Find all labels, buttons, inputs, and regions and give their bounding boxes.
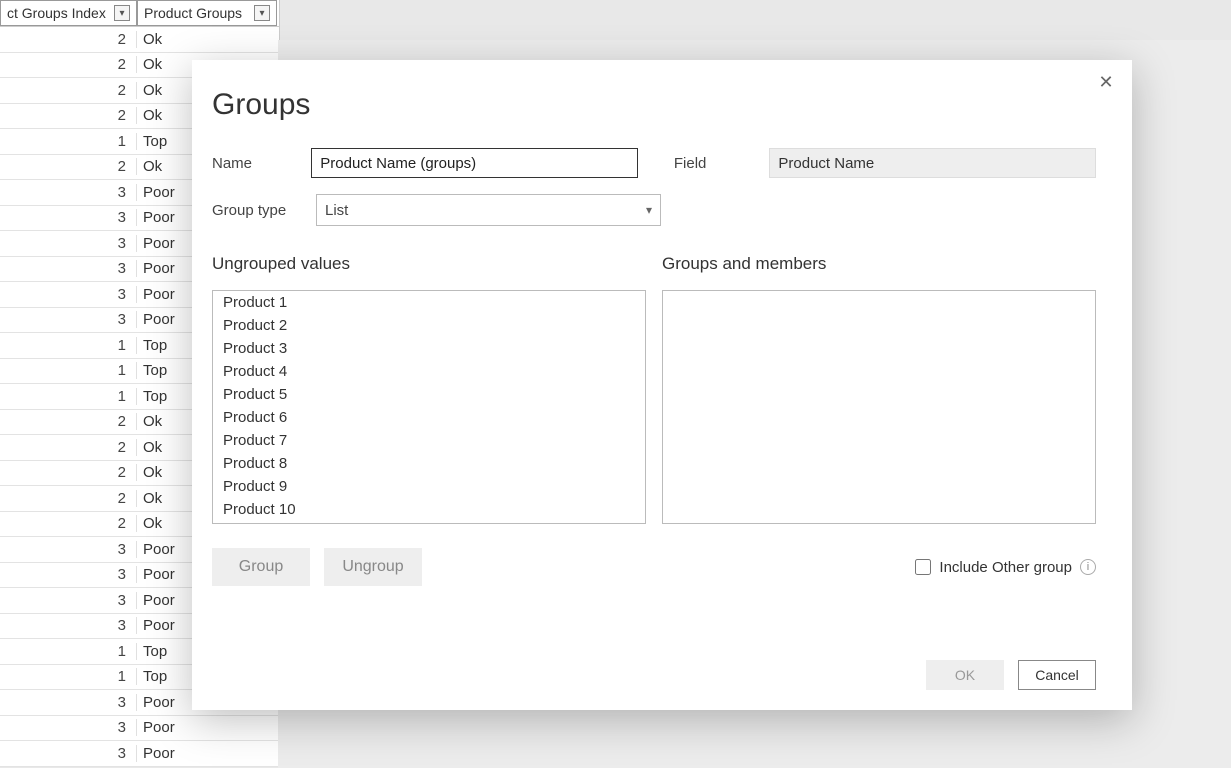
cell-index: 1: [0, 362, 137, 379]
grouptype-select[interactable]: List ▾: [316, 194, 661, 226]
grouptype-label: Group type: [212, 202, 296, 219]
column-header-label: Product Groups: [144, 5, 242, 21]
cell-index: 3: [0, 286, 137, 303]
cell-index: 2: [0, 107, 137, 124]
cell-index: 2: [0, 490, 137, 507]
list-item[interactable]: Product 1: [213, 291, 645, 314]
include-other-label: Include Other group: [939, 559, 1072, 576]
ungrouped-listbox[interactable]: Product 1Product 2Product 3Product 4Prod…: [212, 290, 646, 524]
field-value-display: Product Name: [769, 148, 1096, 178]
column-header-groups[interactable]: Product Groups ▾: [137, 0, 277, 26]
cell-index: 3: [0, 209, 137, 226]
list-item[interactable]: Product 2: [213, 314, 645, 337]
cell-index: 1: [0, 133, 137, 150]
cell-group: Poor: [137, 745, 277, 762]
cancel-button[interactable]: Cancel: [1018, 660, 1096, 690]
cell-index: 1: [0, 388, 137, 405]
cell-index: 3: [0, 694, 137, 711]
ungrouped-title: Ungrouped values: [212, 254, 646, 274]
include-other-checkbox[interactable]: [915, 559, 931, 575]
cell-index: 2: [0, 56, 137, 73]
cell-index: 1: [0, 337, 137, 354]
cell-index: 1: [0, 643, 137, 660]
groups-title: Groups and members: [662, 254, 1096, 274]
close-icon[interactable]: ✕: [1094, 70, 1118, 94]
list-item[interactable]: Product 8: [213, 452, 645, 475]
name-input[interactable]: [311, 148, 638, 178]
column-header-index[interactable]: ct Groups Index ▾: [0, 0, 137, 26]
cell-index: 3: [0, 184, 137, 201]
field-label: Field: [674, 155, 750, 172]
cell-index: 2: [0, 82, 137, 99]
cell-index: 3: [0, 260, 137, 277]
dialog-title: Groups: [212, 88, 1096, 122]
cell-index: 2: [0, 515, 137, 532]
list-item[interactable]: Product 5: [213, 383, 645, 406]
ungroup-button[interactable]: Ungroup: [324, 548, 422, 586]
list-item[interactable]: Product 9: [213, 475, 645, 498]
cell-index: 3: [0, 617, 137, 634]
list-item[interactable]: Product 6: [213, 406, 645, 429]
grouptype-selected: List: [325, 202, 348, 219]
table-header-row: ct Groups Index ▾ Product Groups ▾: [0, 0, 279, 27]
cell-index: 3: [0, 311, 137, 328]
list-item[interactable]: Product 7: [213, 429, 645, 452]
field-value-text: Product Name: [778, 155, 874, 172]
ok-button[interactable]: OK: [926, 660, 1004, 690]
cell-index: 3: [0, 541, 137, 558]
name-label: Name: [212, 155, 291, 172]
chevron-down-icon: ▾: [646, 203, 652, 217]
cell-index: 2: [0, 464, 137, 481]
cell-index: 3: [0, 592, 137, 609]
table-row[interactable]: 3Poor: [0, 716, 279, 742]
list-item[interactable]: Product 10: [213, 498, 645, 521]
cell-index: 3: [0, 235, 137, 252]
groups-dialog: ✕ Groups Name Field Product Name Group t…: [192, 60, 1132, 710]
cell-index: 3: [0, 719, 137, 736]
dropdown-icon[interactable]: ▾: [254, 5, 270, 21]
table-row[interactable]: 3Poor: [0, 741, 279, 767]
group-button[interactable]: Group: [212, 548, 310, 586]
cell-index: 2: [0, 413, 137, 430]
info-icon[interactable]: i: [1080, 559, 1096, 575]
groups-listbox[interactable]: [662, 290, 1096, 524]
cell-group: Ok: [137, 31, 277, 48]
list-item[interactable]: Product 4: [213, 360, 645, 383]
cell-group: Poor: [137, 719, 277, 736]
dropdown-icon[interactable]: ▾: [114, 5, 130, 21]
cell-index: 1: [0, 668, 137, 685]
column-header-label: ct Groups Index: [7, 5, 106, 21]
cell-index: 2: [0, 158, 137, 175]
table-row[interactable]: 2Ok: [0, 27, 279, 53]
cell-index: 3: [0, 745, 137, 762]
list-item[interactable]: Product 3: [213, 337, 645, 360]
cell-index: 2: [0, 31, 137, 48]
cell-index: 3: [0, 566, 137, 583]
cell-index: 2: [0, 439, 137, 456]
